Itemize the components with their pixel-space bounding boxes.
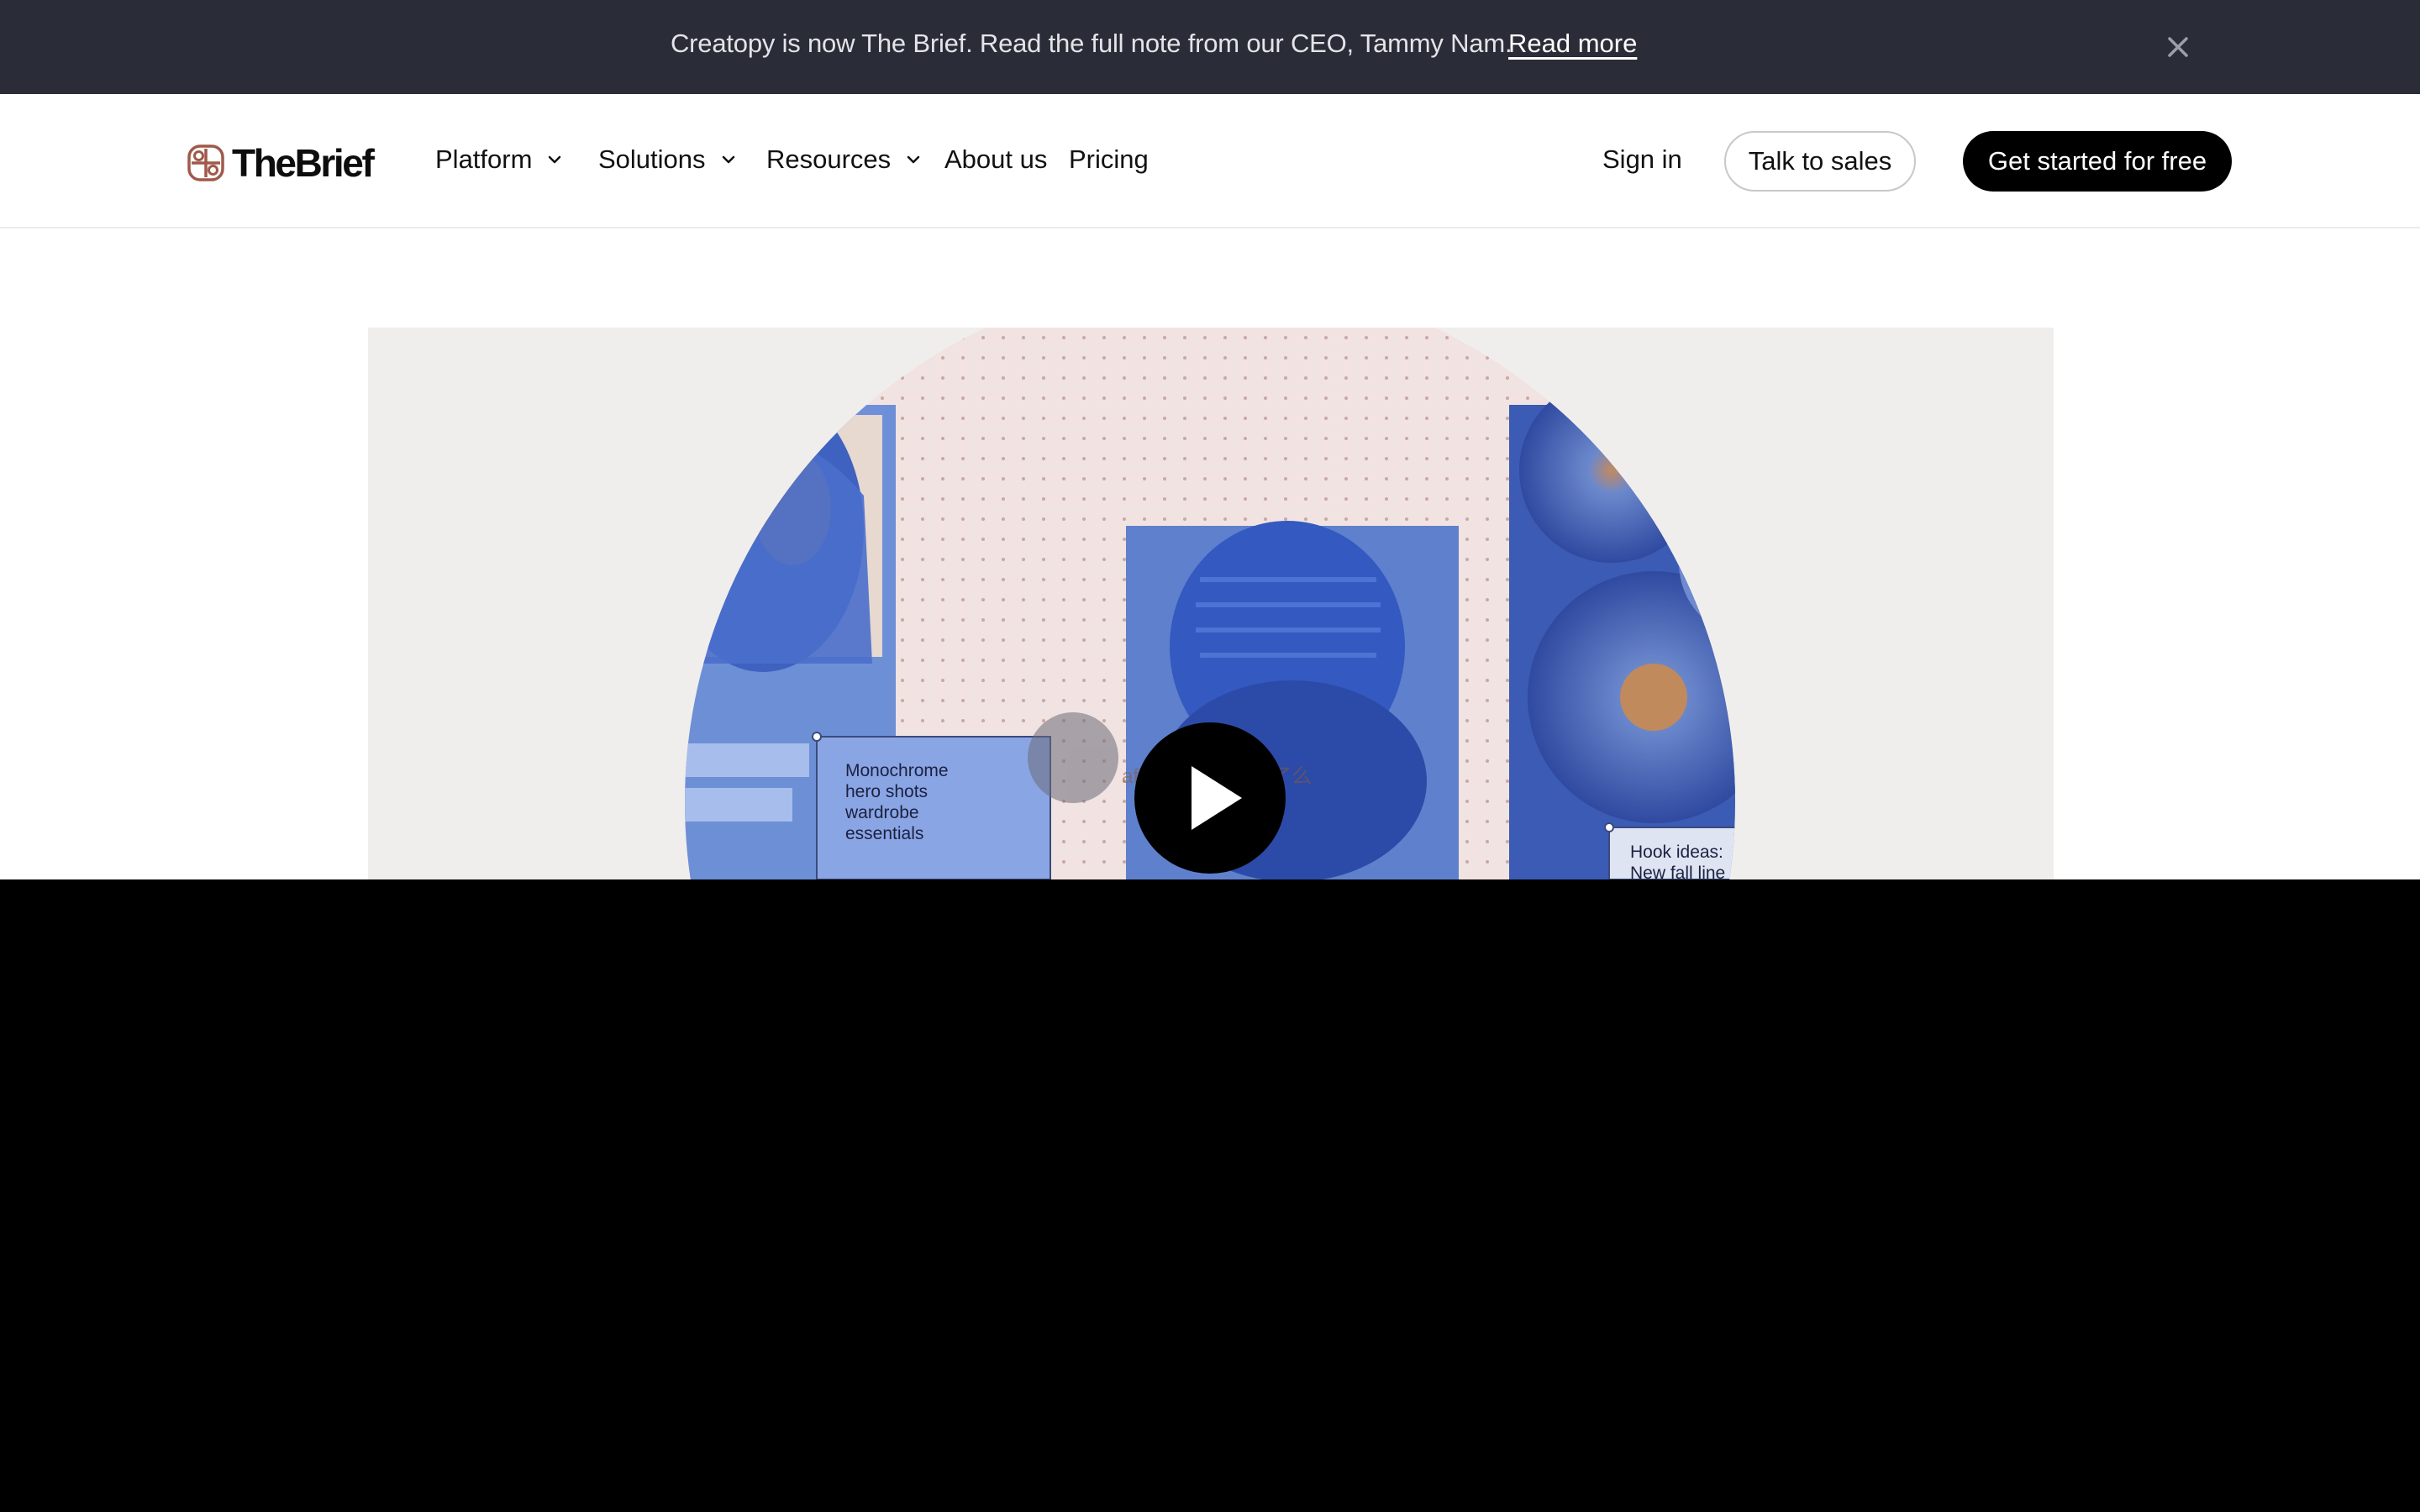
page: Creatopy is now The Brief. Read the full… <box>0 0 2420 1512</box>
nav-solutions[interactable]: Solutions <box>598 144 736 175</box>
get-started-button[interactable]: Get started for free <box>1963 131 2232 192</box>
note-1-line: Monochrome <box>845 761 949 780</box>
chevron-down-icon <box>549 155 561 164</box>
close-icon[interactable] <box>2161 30 2195 64</box>
main-content: Monochrome hero shots wardrobe essential… <box>0 228 2420 879</box>
watermark-logo-icon <box>1028 712 1118 803</box>
note-1-line: wardrobe <box>845 803 919 822</box>
brand-logo[interactable]: TheBrief <box>187 141 375 185</box>
nav-resources[interactable]: Resources <box>766 144 921 175</box>
moodboard-note-1: Monochrome hero shots wardrobe essential… <box>845 760 949 844</box>
chevron-down-icon <box>722 155 734 164</box>
play-video-button[interactable] <box>1134 722 1286 874</box>
note-2-line: New fall line <box>1630 864 1726 879</box>
nav-platform[interactable]: Platform <box>435 144 562 175</box>
nav-pricing[interactable]: Pricing <box>1069 144 1149 175</box>
video-overlay-backdrop <box>0 879 2420 1512</box>
nav-about-us-label: About us <box>944 144 1048 174</box>
nav-pricing-label: Pricing <box>1069 144 1149 174</box>
nav-resources-label: Resources <box>766 144 892 174</box>
read-more-link[interactable]: Read more <box>1508 29 1637 59</box>
play-icon <box>1192 766 1242 830</box>
talk-to-sales-button[interactable]: Talk to sales <box>1724 131 1916 192</box>
nav-solutions-label: Solutions <box>598 144 706 174</box>
moodboard-note-2: Hook ideas: New fall line <box>1630 842 1725 879</box>
nav-platform-label: Platform <box>435 144 533 174</box>
brand-mark-icon <box>187 144 224 181</box>
nav-about-us[interactable]: About us <box>944 144 1047 175</box>
sign-in-link[interactable]: Sign in <box>1602 144 1682 175</box>
note-2-line: Hook ideas: <box>1630 843 1723 862</box>
hero-video-panel: Monochrome hero shots wardrobe essential… <box>368 328 2054 879</box>
chevron-down-icon <box>907 155 920 164</box>
site-header: TheBrief Platform Solutions Resources Ab… <box>0 94 2420 228</box>
note-1-line: hero shots <box>845 782 929 801</box>
brand-name: TheBrief <box>232 141 375 185</box>
note-1-line: essentials <box>845 824 924 843</box>
announcement-bar: Creatopy is now The Brief. Read the full… <box>0 0 2420 94</box>
announcement-text: Creatopy is now The Brief. Read the full… <box>671 29 1512 58</box>
